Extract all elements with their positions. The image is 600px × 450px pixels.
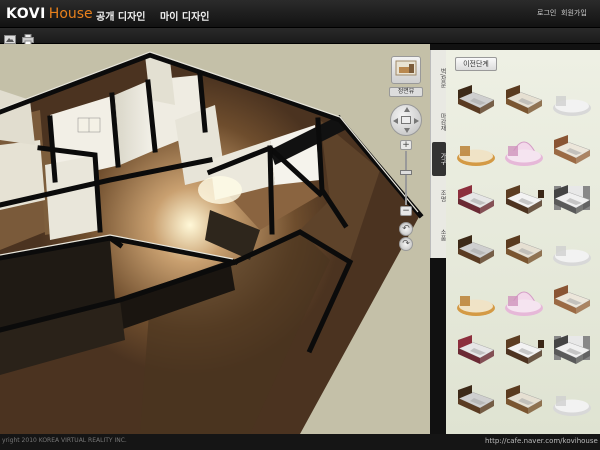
bed-platform-icon[interactable] (550, 284, 594, 320)
furniture-catalog: 이전단계 (446, 50, 600, 450)
copyright-text: yright 2010 KOREA VIRTUAL REALITY INC. (2, 437, 127, 444)
front-view-label: 정면뷰 (389, 87, 423, 97)
bed-platform-icon[interactable] (550, 134, 594, 170)
category-tabs: 벽/창문 마감재 가구 조명 소품 (430, 50, 446, 258)
bed-round-icon[interactable] (550, 84, 594, 120)
image-icon[interactable] (4, 30, 16, 44)
nav-public-design[interactable]: 공개 디자인 (96, 8, 145, 23)
previous-step-button[interactable]: 이전단계 (455, 57, 497, 71)
bed-wood-round-icon[interactable] (454, 134, 498, 170)
pan-down-icon[interactable] (404, 128, 410, 133)
zoom-slider-handle[interactable] (400, 170, 412, 175)
top-bar: KOVI House 공개 디자인 마이 디자인 로그인 회원가입 (0, 0, 600, 28)
tab-walls-windows[interactable]: 벽/창문 (432, 60, 446, 96)
bed-round-icon[interactable] (550, 234, 594, 270)
room-view-icon (395, 60, 417, 76)
bed-brown-icon[interactable] (502, 84, 546, 120)
bed-curtain-icon[interactable] (550, 334, 594, 370)
bed-curtain-icon[interactable] (550, 184, 594, 220)
logo-primary: KOVI (6, 6, 46, 22)
bed-brown-icon[interactable] (502, 384, 546, 420)
nav-my-design[interactable]: 마이 디자인 (160, 8, 209, 23)
pan-right-icon[interactable] (414, 118, 419, 124)
reset-view-icon[interactable] (401, 116, 411, 124)
bed-wood-round-icon[interactable] (454, 284, 498, 320)
bed-pink-canopy-icon[interactable] (502, 134, 546, 170)
print-icon[interactable] (22, 30, 34, 45)
bed-red-headboard-icon[interactable] (454, 334, 498, 370)
floorplan-3d-view[interactable] (0, 44, 430, 434)
bed-dark-icon[interactable] (454, 384, 498, 420)
footer: yright 2010 KOREA VIRTUAL REALITY INC. h… (0, 434, 600, 450)
rotate-right-icon[interactable]: ↷ (399, 237, 413, 251)
logo-secondary: House (48, 6, 93, 22)
bed-nightstand-icon[interactable] (502, 184, 546, 220)
tab-lighting[interactable]: 조명 (432, 178, 446, 214)
bed-dark-icon[interactable] (454, 84, 498, 120)
bed-brown-icon[interactable] (502, 234, 546, 270)
tab-accessories[interactable]: 소품 (432, 220, 446, 250)
signup-link[interactable]: 회원가입 (561, 8, 587, 18)
bed-round-icon[interactable] (550, 384, 594, 420)
floorplan-render (0, 44, 430, 434)
pan-up-icon[interactable] (404, 107, 410, 112)
bed-dark-icon[interactable] (454, 234, 498, 270)
login-link[interactable]: 로그인 (537, 8, 556, 18)
pan-control (390, 104, 422, 136)
app-window: KOVI House 공개 디자인 마이 디자인 로그인 회원가입 정면뷰 + … (0, 0, 600, 450)
bed-red-headboard-icon[interactable] (454, 184, 498, 220)
rotate-left-icon[interactable]: ↶ (399, 222, 413, 236)
zoom-out-button[interactable]: − (400, 206, 412, 216)
cafe-link[interactable]: http://cafe.naver.com/kovihouse (485, 437, 598, 445)
tab-finishes[interactable]: 마감재 (432, 104, 446, 140)
logo[interactable]: KOVI House (6, 5, 93, 23)
front-view-button[interactable] (391, 56, 421, 84)
pan-left-icon[interactable] (393, 118, 398, 124)
zoom-in-button[interactable]: + (400, 140, 412, 150)
bed-nightstand-icon[interactable] (502, 334, 546, 370)
tab-furniture[interactable]: 가구 (432, 142, 446, 176)
zoom-slider-track[interactable] (405, 151, 407, 205)
bed-pink-canopy-icon[interactable] (502, 284, 546, 320)
toolbar (0, 28, 600, 45)
